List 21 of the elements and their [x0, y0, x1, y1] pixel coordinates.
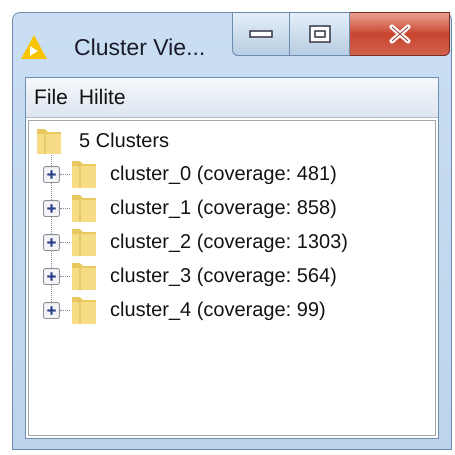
logo-icon [20, 34, 48, 60]
expand-icon[interactable] [43, 302, 60, 318]
expand-icon[interactable] [43, 200, 60, 216]
close-icon [388, 24, 412, 44]
maximize-button[interactable] [290, 12, 350, 56]
tree-item-label[interactable]: 5 Clusters [79, 126, 170, 156]
window-title: Cluster Vie... [74, 33, 206, 62]
close-button[interactable] [350, 12, 450, 56]
expand-icon[interactable] [43, 166, 60, 182]
menu-item[interactable]: Hilite [74, 82, 130, 114]
expand-icon[interactable] [43, 234, 60, 250]
tree-item-label[interactable]: cluster_0 (coverage: 481) [110, 159, 337, 189]
menu-item[interactable]: File [30, 82, 72, 114]
tree-item-label[interactable]: cluster_1 (coverage: 858) [110, 193, 337, 223]
maximize-icon [308, 25, 330, 43]
tree-item-label[interactable]: cluster_2 (coverage: 1303) [110, 227, 348, 257]
expand-icon[interactable] [43, 268, 60, 284]
minimize-icon [249, 30, 273, 38]
minimize-button[interactable] [232, 12, 290, 56]
tree-item-label[interactable]: cluster_3 (coverage: 564) [110, 261, 337, 291]
tree-item-label[interactable]: cluster_4 (coverage: 99) [110, 295, 326, 325]
